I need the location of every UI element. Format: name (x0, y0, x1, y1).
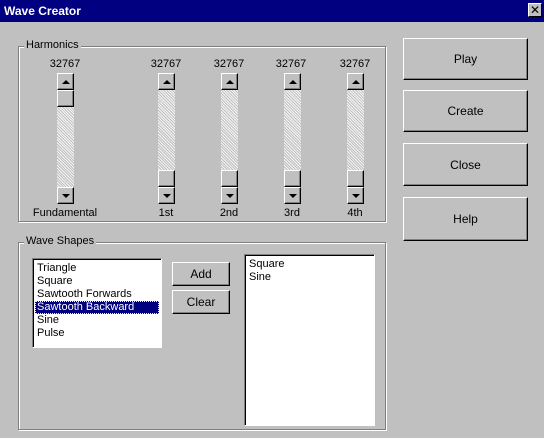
play-button[interactable]: Play (403, 38, 528, 80)
help-button[interactable]: Help (403, 197, 528, 241)
arrow-up-icon (225, 79, 234, 84)
slider-3rd-up-button[interactable] (284, 73, 301, 90)
create-button[interactable]: Create (403, 90, 528, 132)
list-item-selected[interactable]: Sawtooth Backward (35, 301, 159, 314)
chosen-shapes-list[interactable]: Square Sine (244, 254, 375, 426)
window-title: Wave Creator (4, 4, 81, 18)
harmonic-label-3rd: 3rd (284, 207, 300, 219)
slider-3rd-down-button[interactable] (284, 187, 301, 204)
slider-3rd-thumb[interactable] (284, 170, 301, 187)
harmonic-label-1st: 1st (158, 207, 174, 219)
harmonic-label-fundamental: Fundamental (32, 207, 98, 219)
clear-button[interactable]: Clear (172, 290, 230, 314)
slider-1st-thumb[interactable] (158, 170, 175, 187)
arrow-up-icon (288, 79, 297, 84)
slider-1st-down-button[interactable] (158, 187, 175, 204)
arrow-up-icon (162, 79, 171, 84)
list-item[interactable]: Square (247, 258, 372, 271)
harmonics-group-label: Harmonics (24, 39, 81, 52)
slider-4th-track[interactable] (347, 90, 364, 170)
slider-fundamental-thumb[interactable] (57, 90, 74, 107)
slider-4th-down-button[interactable] (347, 187, 364, 204)
slider-2nd-thumb[interactable] (221, 170, 238, 187)
harmonic-value-1st: 32767 (150, 58, 182, 70)
arrow-up-icon (351, 79, 360, 84)
available-shapes-list[interactable]: Triangle Square Sawtooth Forwards Sawtoo… (32, 258, 162, 348)
slider-2nd-up-button[interactable] (221, 73, 238, 90)
list-item[interactable]: Square (35, 275, 159, 288)
slider-1st-up-button[interactable] (158, 73, 175, 90)
harmonic-value-2nd: 32767 (213, 58, 245, 70)
arrow-down-icon (351, 193, 360, 198)
close-icon: ✕ (529, 3, 541, 17)
slider-fundamental-down-button[interactable] (57, 187, 74, 204)
wave-shapes-group-label: Wave Shapes (24, 235, 97, 248)
slider-2nd-track[interactable] (221, 90, 238, 170)
arrow-down-icon (288, 193, 297, 198)
harmonic-value-4th: 32767 (339, 58, 371, 70)
window-close-button[interactable]: ✕ (528, 3, 542, 17)
slider-4th-thumb[interactable] (347, 170, 364, 187)
harmonic-label-4th: 4th (347, 207, 363, 219)
slider-4th-up-button[interactable] (347, 73, 364, 90)
arrow-up-icon (61, 79, 70, 84)
slider-1st-track[interactable] (158, 90, 175, 170)
add-button[interactable]: Add (172, 262, 230, 286)
arrow-down-icon (225, 193, 234, 198)
slider-2nd-down-button[interactable] (221, 187, 238, 204)
slider-fundamental-up-button[interactable] (57, 73, 74, 90)
list-item[interactable]: Triangle (35, 262, 159, 275)
title-bar: Wave Creator ✕ (0, 0, 544, 22)
list-item[interactable]: Sine (35, 314, 159, 327)
arrow-down-icon (61, 193, 70, 198)
list-item[interactable]: Sine (247, 271, 372, 284)
harmonic-label-2nd: 2nd (219, 207, 239, 219)
slider-3rd-track[interactable] (284, 90, 301, 170)
list-item[interactable]: Sawtooth Forwards (35, 288, 159, 301)
close-button[interactable]: Close (403, 143, 528, 186)
list-item[interactable]: Pulse (35, 327, 159, 340)
arrow-down-icon (162, 193, 171, 198)
harmonic-value-3rd: 32767 (275, 58, 307, 70)
harmonic-value-fundamental: 32767 (49, 58, 81, 70)
